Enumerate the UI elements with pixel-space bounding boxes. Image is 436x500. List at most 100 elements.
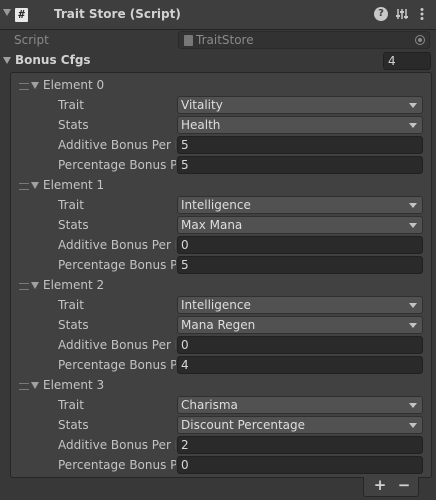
script-object-field[interactable]: TraitStore: [178, 31, 430, 49]
foldout-arrow-icon[interactable]: [31, 182, 39, 189]
trait-label: Trait: [58, 398, 84, 412]
list-title: Bonus Cfgs: [15, 53, 91, 67]
additive-bonus-value: 5: [181, 138, 189, 152]
stats-dropdown[interactable]: Max Mana: [177, 216, 423, 234]
list-element-0[interactable]: Element 0: [0, 76, 436, 96]
percentage-bonus-label: Percentage Bonus Per Point: [58, 158, 176, 172]
additive-bonus-value: 2: [181, 438, 189, 452]
additive-bonus-field[interactable]: 5: [177, 136, 423, 154]
stats-row: Stats Health: [0, 115, 436, 135]
stats-row: Stats Max Mana: [0, 215, 436, 235]
additive-bonus-value: 0: [181, 238, 189, 252]
chevron-down-icon: [409, 303, 417, 308]
trait-label: Trait: [58, 198, 84, 212]
drag-handle-icon[interactable]: [19, 183, 29, 190]
additive-bonus-row: Additive Bonus Per Point 2: [0, 435, 436, 455]
percentage-bonus-row: Percentage Bonus Per Point 4: [0, 355, 436, 375]
more-icon[interactable]: [415, 7, 429, 21]
hash-script-icon: #: [15, 8, 28, 22]
trait-dropdown[interactable]: Intelligence: [177, 296, 423, 314]
trait-value: Charisma: [181, 398, 238, 412]
trait-value: Vitality: [181, 98, 223, 112]
percentage-bonus-row: Percentage Bonus Per Point 5: [0, 155, 436, 175]
component-header[interactable]: # Trait Store (Script) ?: [0, 0, 436, 30]
chevron-down-icon: [409, 103, 417, 108]
drag-handle-icon[interactable]: [19, 283, 29, 290]
list-element-3[interactable]: Element 3: [0, 376, 436, 396]
trait-row: Trait Intelligence: [0, 195, 436, 215]
list-footer: + −: [363, 476, 419, 497]
remove-element-button[interactable]: −: [393, 476, 415, 494]
foldout-arrow-icon[interactable]: [31, 382, 39, 389]
script-value: TraitStore: [196, 33, 254, 47]
script-row: Script TraitStore: [0, 30, 436, 51]
drag-handle-icon[interactable]: [19, 83, 29, 90]
component-title: Trait Store (Script): [54, 7, 181, 21]
list-header[interactable]: Bonus Cfgs 4: [0, 51, 436, 71]
additive-bonus-label: Additive Bonus Per Point: [58, 438, 176, 452]
stats-value: Max Mana: [181, 218, 243, 232]
percentage-bonus-label: Percentage Bonus Per Point: [58, 458, 176, 472]
percentage-bonus-value: 0: [181, 458, 189, 472]
help-icon[interactable]: ?: [374, 7, 388, 21]
drag-handle-icon[interactable]: [19, 383, 29, 390]
percentage-bonus-field[interactable]: 4: [177, 356, 423, 374]
percentage-bonus-value: 5: [181, 158, 189, 172]
trait-label: Trait: [58, 98, 84, 112]
chevron-down-icon: [409, 423, 417, 428]
preset-icon[interactable]: [395, 7, 409, 21]
chevron-down-icon: [409, 203, 417, 208]
stats-row: Stats Discount Percentage: [0, 415, 436, 435]
trait-row: Trait Vitality: [0, 95, 436, 115]
list-element-2[interactable]: Element 2: [0, 276, 436, 296]
additive-bonus-field[interactable]: 0: [177, 236, 423, 254]
trait-value: Intelligence: [181, 298, 251, 312]
stats-dropdown[interactable]: Health: [177, 116, 423, 134]
element-label: Element 3: [43, 378, 105, 392]
stats-dropdown[interactable]: Mana Regen: [177, 316, 423, 334]
percentage-bonus-row: Percentage Bonus Per Point 0: [0, 455, 436, 475]
percentage-bonus-label: Percentage Bonus Per Point: [58, 258, 176, 272]
chevron-down-icon: [409, 123, 417, 128]
foldout-arrow-icon[interactable]: [31, 82, 39, 89]
percentage-bonus-field[interactable]: 0: [177, 456, 423, 474]
trait-label: Trait: [58, 298, 84, 312]
additive-bonus-row: Additive Bonus Per Point 5: [0, 135, 436, 155]
foldout-arrow-icon[interactable]: [3, 9, 11, 16]
stats-label: Stats: [58, 318, 89, 332]
add-element-button[interactable]: +: [369, 476, 391, 494]
script-label: Script: [14, 33, 49, 47]
list-size-field[interactable]: 4: [383, 52, 431, 70]
trait-dropdown[interactable]: Charisma: [177, 396, 423, 414]
foldout-arrow-icon[interactable]: [3, 57, 11, 64]
list-element-1[interactable]: Element 1: [0, 176, 436, 196]
trait-row: Trait Charisma: [0, 395, 436, 415]
stats-value: Discount Percentage: [181, 418, 306, 432]
additive-bonus-field[interactable]: 0: [177, 336, 423, 354]
stats-dropdown[interactable]: Discount Percentage: [177, 416, 423, 434]
stats-row: Stats Mana Regen: [0, 315, 436, 335]
stats-value: Health: [181, 118, 221, 132]
chevron-down-icon: [409, 323, 417, 328]
trait-value: Intelligence: [181, 198, 251, 212]
additive-bonus-row: Additive Bonus Per Point 0: [0, 335, 436, 355]
additive-bonus-label: Additive Bonus Per Point: [58, 238, 176, 252]
percentage-bonus-field[interactable]: 5: [177, 256, 423, 274]
additive-bonus-label: Additive Bonus Per Point: [58, 138, 176, 152]
percentage-bonus-value: 5: [181, 258, 189, 272]
percentage-bonus-row: Percentage Bonus Per Point 5: [0, 255, 436, 275]
percentage-bonus-value: 4: [181, 358, 189, 372]
trait-dropdown[interactable]: Intelligence: [177, 196, 423, 214]
percentage-bonus-field[interactable]: 5: [177, 156, 423, 174]
element-label: Element 1: [43, 178, 105, 192]
additive-bonus-row: Additive Bonus Per Point 0: [0, 235, 436, 255]
foldout-arrow-icon[interactable]: [31, 282, 39, 289]
element-label: Element 0: [43, 78, 105, 92]
additive-bonus-value: 0: [181, 338, 189, 352]
trait-dropdown[interactable]: Vitality: [177, 96, 423, 114]
additive-bonus-field[interactable]: 2: [177, 436, 423, 454]
additive-bonus-label: Additive Bonus Per Point: [58, 338, 176, 352]
chevron-down-icon: [409, 223, 417, 228]
object-picker-icon[interactable]: [415, 35, 425, 45]
trait-row: Trait Intelligence: [0, 295, 436, 315]
